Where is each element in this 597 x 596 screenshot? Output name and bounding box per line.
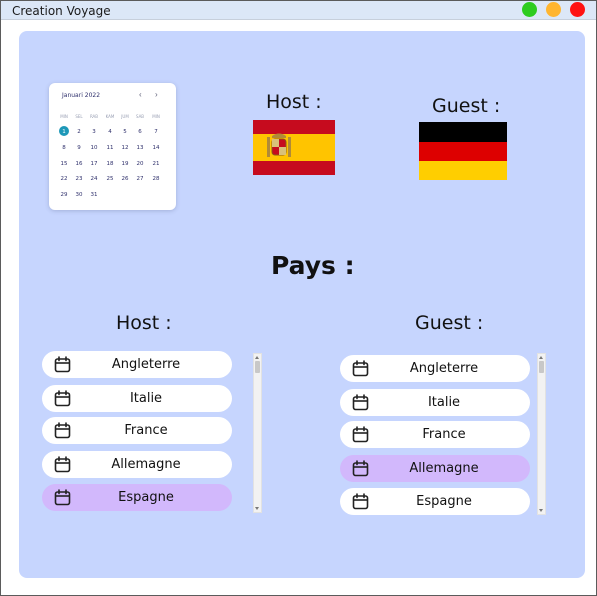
calendar-day[interactable]: 6	[132, 127, 148, 137]
calendar-weekday: MIN	[60, 114, 68, 119]
calendar-day[interactable]: 4	[102, 127, 118, 137]
calendar-weekday: RAB	[89, 114, 99, 119]
guest-flag-label: Guest :	[432, 95, 501, 117]
calendar-day[interactable]: 14	[148, 143, 164, 153]
calendar-day[interactable]: 25	[102, 174, 118, 184]
maximize-button[interactable]	[522, 2, 537, 17]
country-item-italie[interactable]: Italie	[340, 389, 530, 416]
germany-flag	[419, 122, 507, 180]
country-label: France	[422, 427, 466, 442]
host-flag-label: Host :	[266, 91, 322, 113]
country-item-france[interactable]: France	[42, 417, 232, 444]
country-item-allemagne[interactable]: Allemagne	[340, 455, 530, 482]
calendar-day[interactable]: 10	[86, 143, 102, 153]
calendar-day[interactable]: 23	[71, 174, 87, 184]
spain-flag	[253, 120, 335, 175]
calendar-day[interactable]: 11	[102, 143, 118, 153]
calendar-icon	[54, 422, 71, 439]
calendar-icon	[352, 360, 369, 377]
guest-list-label: Guest :	[415, 312, 484, 334]
date-picker[interactable]: Januari 2022 ‹ › MIN SEL RAB KAM JUM SAB MIN 1 2…	[49, 83, 176, 210]
window-title: Creation Voyage	[12, 4, 111, 18]
country-label: Angleterre	[111, 357, 181, 372]
host-list-label: Host :	[116, 312, 172, 334]
calendar-day[interactable]: 8	[56, 143, 72, 153]
calendar-day[interactable]: 26	[117, 174, 133, 184]
country-item-france[interactable]: France	[340, 421, 530, 448]
calendar-day-selected[interactable]: 1	[56, 126, 72, 137]
calendar-icon	[352, 394, 369, 411]
calendar-day[interactable]: 19	[117, 159, 133, 169]
calendar-weekday: JUM	[121, 114, 129, 119]
scroll-down-icon[interactable]	[539, 509, 543, 512]
country-item-espagne[interactable]: Espagne	[42, 484, 232, 511]
calendar-day[interactable]: 16	[71, 159, 87, 169]
calendar-day[interactable]: 22	[56, 174, 72, 184]
calendar-day[interactable]: 9	[71, 143, 87, 153]
scroll-thumb[interactable]	[255, 361, 260, 373]
guest-list-scrollbar[interactable]	[537, 353, 546, 515]
calendar-icon	[352, 493, 369, 510]
calendar-day[interactable]: 18	[102, 159, 118, 169]
calendar-icon	[54, 456, 71, 473]
countries-title: Pays :	[271, 251, 355, 280]
calendar-day[interactable]: 28	[148, 174, 164, 184]
calendar-day[interactable]: 3	[86, 127, 102, 137]
calendar-weekday: KAM	[105, 114, 115, 119]
calendar-day[interactable]: 12	[117, 143, 133, 153]
country-label: Espagne	[118, 490, 174, 505]
calendar-day[interactable]: 15	[56, 159, 72, 169]
calendar-day[interactable]: 17	[86, 159, 102, 169]
calendar-icon	[54, 390, 71, 407]
calendar-day[interactable]: 20	[132, 159, 148, 169]
country-label: Espagne	[416, 494, 472, 509]
calendar-day[interactable]: 27	[132, 174, 148, 184]
calendar-day[interactable]: 7	[148, 127, 164, 137]
title-bar[interactable]: Creation Voyage	[1, 1, 596, 20]
country-item-angleterre[interactable]: Angleterre	[42, 351, 232, 378]
calendar-day[interactable]: 24	[86, 174, 102, 184]
calendar-day[interactable]: 30	[71, 190, 87, 200]
scroll-thumb[interactable]	[539, 361, 544, 373]
calendar-weekday: SAB	[135, 114, 145, 119]
country-label: Angleterre	[409, 361, 479, 376]
country-label: Italie	[427, 395, 461, 410]
calendar-weekday: SEL	[75, 114, 83, 119]
calendar-day[interactable]: 29	[56, 190, 72, 200]
scroll-up-icon[interactable]	[539, 356, 543, 359]
chevron-right-icon[interactable]: ›	[155, 90, 158, 99]
host-list-scrollbar[interactable]	[253, 353, 262, 513]
calendar-month-label: Januari 2022	[62, 92, 101, 99]
scroll-down-icon[interactable]	[255, 507, 259, 510]
country-label: Allemagne	[111, 457, 181, 472]
calendar-day[interactable]: 13	[132, 143, 148, 153]
app-window: Creation Voyage Januari 2022 ‹ › MIN SEL R…	[0, 0, 597, 596]
calendar-icon	[352, 460, 369, 477]
minimize-button[interactable]	[546, 2, 561, 17]
country-item-angleterre[interactable]: Angleterre	[340, 355, 530, 382]
country-item-italie[interactable]: Italie	[42, 385, 232, 412]
calendar-icon	[352, 426, 369, 443]
country-label: Allemagne	[409, 461, 479, 476]
calendar-day[interactable]: 2	[71, 127, 87, 137]
calendar-weekday: MIN	[152, 114, 160, 119]
calendar-day[interactable]: 21	[148, 159, 164, 169]
country-label: Italie	[129, 391, 163, 406]
close-button[interactable]	[570, 2, 585, 17]
calendar-icon	[54, 356, 71, 373]
country-item-allemagne[interactable]: Allemagne	[42, 451, 232, 478]
chevron-left-icon[interactable]: ‹	[139, 90, 142, 99]
calendar-icon	[54, 489, 71, 506]
scroll-up-icon[interactable]	[255, 356, 259, 359]
calendar-day[interactable]: 5	[117, 127, 133, 137]
country-label: France	[124, 423, 168, 438]
country-item-espagne[interactable]: Espagne	[340, 488, 530, 515]
calendar-day[interactable]: 31	[86, 190, 102, 200]
